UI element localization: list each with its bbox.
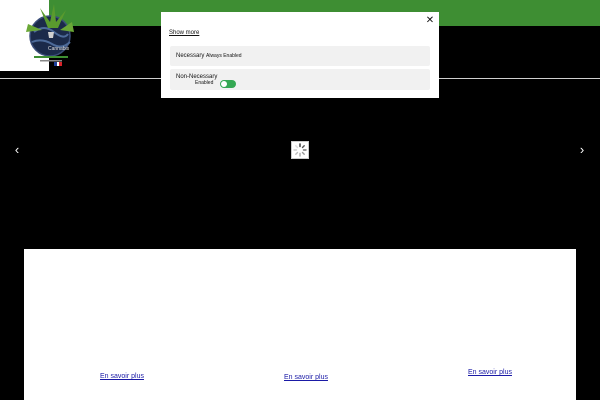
cookie-consent-modal: ✕ Show more Necessary Always Enabled Non… bbox=[161, 12, 439, 98]
logo[interactable]: Cannabis bbox=[0, 0, 74, 71]
non-necessary-toggle[interactable] bbox=[220, 80, 236, 88]
chevron-left-icon[interactable]: ‹ bbox=[11, 143, 23, 157]
necessary-cookies-row[interactable]: Necessary Always Enabled bbox=[170, 46, 430, 66]
svg-text:Cannabis: Cannabis bbox=[48, 46, 70, 52]
content-section: En savoir plus En savoir plus En savoir … bbox=[24, 249, 576, 400]
chevron-right-icon[interactable]: › bbox=[576, 143, 588, 157]
non-necessary-cookies-row[interactable]: Non-Necessary Enabled bbox=[170, 69, 430, 90]
enabled-label: Enabled bbox=[195, 80, 214, 86]
close-icon[interactable]: ✕ bbox=[425, 15, 435, 27]
necessary-title: Necessary bbox=[176, 53, 205, 59]
show-more-link[interactable]: Show more bbox=[169, 30, 199, 36]
toggle-knob bbox=[221, 81, 227, 87]
france-flag-icon bbox=[54, 62, 63, 66]
learn-more-link-3[interactable]: En savoir plus bbox=[468, 369, 512, 376]
loading-spinner-icon bbox=[291, 141, 309, 159]
learn-more-link-1[interactable]: En savoir plus bbox=[100, 373, 144, 380]
learn-more-link-2[interactable]: En savoir plus bbox=[284, 374, 328, 381]
always-enabled-label: Always Enabled bbox=[206, 53, 242, 59]
cannabis-globe-logo-icon: Cannabis bbox=[26, 4, 74, 62]
